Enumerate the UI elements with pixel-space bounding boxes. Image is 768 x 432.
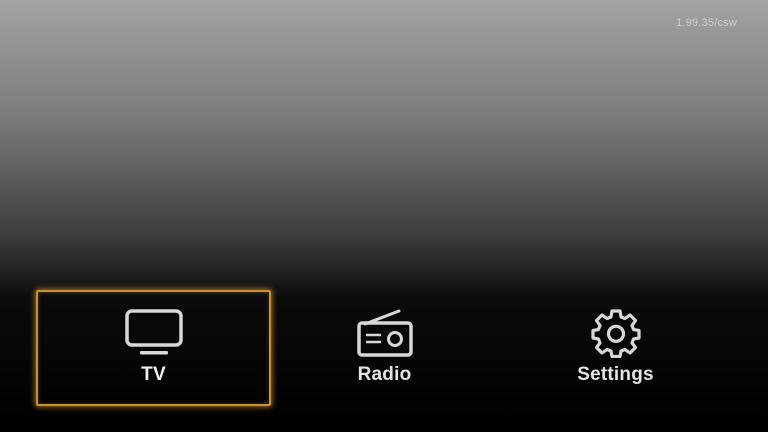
menu-item-settings[interactable]: Settings	[498, 290, 733, 406]
main-menu: TV Radio Settings	[0, 290, 768, 410]
version-label: 1.99.35/csw	[676, 17, 737, 29]
menu-item-label-radio: Radio	[357, 364, 412, 385]
gear-icon	[586, 308, 646, 358]
menu-item-label-settings: Settings	[577, 364, 654, 385]
menu-item-label-tv: TV	[141, 364, 166, 385]
menu-item-radio[interactable]: Radio	[267, 290, 502, 406]
home-screen: 1.99.35/csw TV Radio Settings	[0, 0, 768, 432]
menu-item-tv[interactable]: TV	[36, 290, 271, 406]
radio-icon	[355, 308, 415, 358]
tv-icon	[124, 308, 184, 358]
